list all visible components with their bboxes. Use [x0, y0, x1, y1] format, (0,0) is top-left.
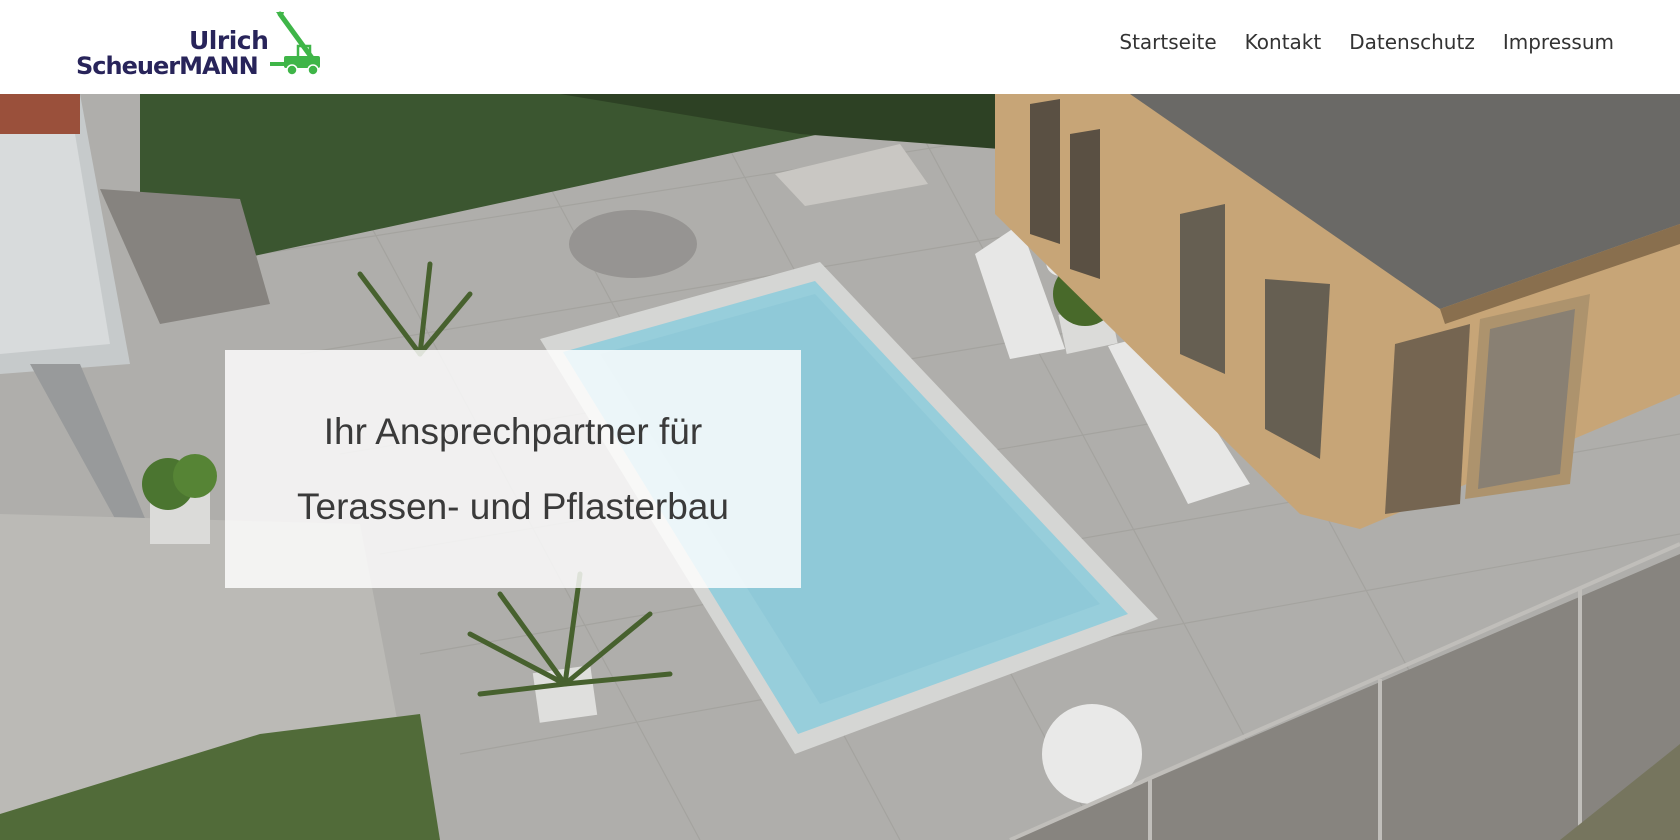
logo-last-name: ScheuerMANN — [76, 52, 259, 80]
logo-first-name: Ulrich — [189, 26, 269, 55]
hero-text-box: Ihr Ansprechpartner für Terassen- und Pf… — [225, 350, 801, 588]
hero-headline-line1: Ihr Ansprechpartner für — [323, 411, 703, 452]
logo[interactable]: Ulrich ScheuerMANN — [76, 8, 326, 84]
nav-impressum[interactable]: Impressum — [1503, 30, 1614, 54]
hero-headline-line2: Terassen- und Pflasterbau — [297, 486, 729, 527]
telehandler-icon — [270, 11, 320, 76]
nav-datenschutz[interactable]: Datenschutz — [1349, 30, 1475, 54]
nav-kontakt[interactable]: Kontakt — [1245, 30, 1322, 54]
nav-startseite[interactable]: Startseite — [1119, 30, 1216, 54]
site-header: Ulrich ScheuerMANN Startseite Kontakt Da… — [0, 0, 1680, 94]
main-nav: Startseite Kontakt Datenschutz Impressum — [1119, 30, 1614, 54]
hero-section: Ihr Ansprechpartner für Terassen- und Pf… — [0, 94, 1680, 840]
